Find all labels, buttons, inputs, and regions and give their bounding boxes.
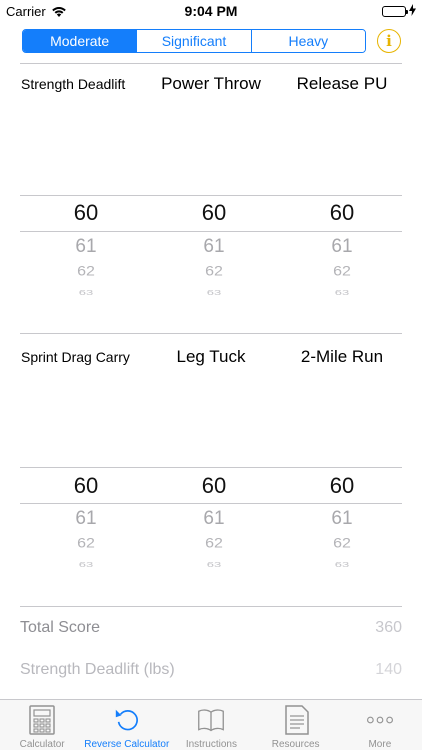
tab-label: Calculator xyxy=(19,739,65,750)
segment-moderate[interactable]: Moderate xyxy=(23,30,138,52)
tab-resources[interactable]: Resources xyxy=(254,700,338,750)
info-icon: i xyxy=(386,32,392,50)
picker-option: 61 xyxy=(203,236,225,257)
tab-instructions[interactable]: Instructions xyxy=(169,700,253,750)
divider xyxy=(20,63,402,64)
picker-option: 63 xyxy=(78,560,94,569)
book-icon xyxy=(197,705,225,735)
more-icon xyxy=(366,705,394,735)
picker-option: 63 xyxy=(78,288,94,297)
picker-selected-value: 60 xyxy=(201,473,227,498)
picker-selection-line xyxy=(20,467,402,468)
charging-icon xyxy=(409,4,416,19)
picker-selected-value: 60 xyxy=(73,473,99,498)
status-bar: Carrier 9:04 PM xyxy=(0,0,422,22)
battery-icon xyxy=(382,6,408,17)
picker-option: 63 xyxy=(334,560,350,569)
status-right xyxy=(382,4,416,19)
segment-heavy[interactable]: Heavy xyxy=(251,30,365,52)
result-value: 360 xyxy=(375,619,402,636)
tab-bar: Calculator Reverse Calculator Instructio… xyxy=(0,699,422,750)
tab-label: Instructions xyxy=(185,739,237,750)
label-strength-deadlift: Strength Deadlift xyxy=(21,76,126,92)
picker-option: 62 xyxy=(205,264,223,279)
status-time: 9:04 PM xyxy=(184,3,238,19)
picker-option: 63 xyxy=(206,560,222,569)
picker-selected-value: 60 xyxy=(329,473,355,498)
tab-calculator[interactable]: Calculator xyxy=(0,700,84,750)
picker-option: 62 xyxy=(333,264,351,279)
result-label: Strength Deadlift (lbs) xyxy=(20,661,175,678)
picker-option: 61 xyxy=(203,508,225,529)
picker-option: 62 xyxy=(77,536,95,551)
document-icon xyxy=(282,705,310,735)
label-release-pu: Release PU xyxy=(296,74,388,93)
picker-option: 61 xyxy=(75,236,97,257)
divider xyxy=(20,606,402,607)
picker-option: 62 xyxy=(205,536,223,551)
tab-reverse-calculator[interactable]: Reverse Calculator xyxy=(84,700,169,750)
info-button[interactable]: i xyxy=(377,29,401,53)
result-row-total-score: Total Score 360 xyxy=(20,608,402,648)
tab-more[interactable]: More xyxy=(338,700,422,750)
picker-option: 61 xyxy=(331,508,353,529)
result-label: Total Score xyxy=(20,619,101,636)
picker-selected-value: 60 xyxy=(329,200,355,225)
tab-label: Resources xyxy=(271,739,320,750)
result-row-strength-deadlift: Strength Deadlift (lbs) 140 xyxy=(20,650,402,690)
picker-option: 62 xyxy=(77,264,95,279)
label-two-mile-run: 2-Mile Run xyxy=(300,347,384,366)
label-leg-tuck: Leg Tuck xyxy=(176,347,246,366)
picker-selection-line xyxy=(20,503,402,504)
picker-option: 63 xyxy=(334,288,350,297)
calculator-icon xyxy=(28,705,56,735)
tab-label: More xyxy=(368,739,392,750)
picker-option: 61 xyxy=(331,236,353,257)
picker-selection-line xyxy=(20,195,402,196)
label-sprint-drag-carry: Sprint Drag Carry xyxy=(21,349,130,365)
picker-selected-value: 60 xyxy=(201,200,227,225)
severity-segmented-control: Moderate Significant Heavy xyxy=(22,29,366,53)
segment-significant[interactable]: Significant xyxy=(137,30,252,52)
label-power-throw: Power Throw xyxy=(161,74,261,93)
refresh-icon xyxy=(113,705,141,735)
divider xyxy=(20,333,402,334)
picker-option: 61 xyxy=(75,508,97,529)
result-value: 140 xyxy=(375,661,402,678)
tab-label: Reverse Calculator xyxy=(84,739,170,750)
picker-option: 63 xyxy=(206,288,222,297)
picker-selected-value: 60 xyxy=(73,200,99,225)
picker-option: 62 xyxy=(333,536,351,551)
picker-selection-line xyxy=(20,231,402,232)
